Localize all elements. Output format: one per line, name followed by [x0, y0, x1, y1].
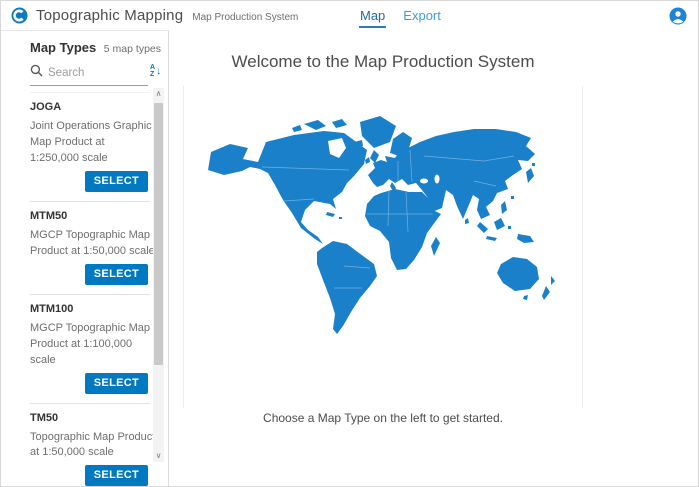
- sidebar-scrollbar[interactable]: ∧ ∨: [153, 88, 164, 462]
- search-row: A Z ↓: [30, 64, 148, 86]
- scrollbar-thumb[interactable]: [154, 103, 163, 365]
- list-item-tm50: TM50 Topographic Map Product at 1:50,000…: [30, 404, 150, 487]
- app-window: Topographic Mapping Map Production Syste…: [0, 0, 699, 487]
- sort-letter-z: Z: [150, 71, 155, 78]
- sort-letter-a: A: [150, 64, 155, 71]
- panel-header: Map Types 5 map types: [22, 31, 168, 55]
- main-content: Welcome to the Map Production System: [170, 30, 699, 487]
- map-type-name: JOGA: [30, 101, 150, 113]
- app-header: Topographic Mapping Map Production Syste…: [1, 1, 698, 30]
- map-type-count: 5 map types: [104, 43, 161, 55]
- user-account-icon[interactable]: [669, 7, 687, 25]
- panel-title: Map Types: [30, 40, 96, 55]
- map-type-name: TM50: [30, 412, 150, 424]
- tab-export[interactable]: Export: [402, 3, 442, 28]
- sort-arrow-down: ↓: [156, 66, 161, 77]
- map-type-description: Joint Operations Graphic Map Product at …: [30, 119, 156, 167]
- map-type-description: MGCP Topographic Map Product at 1:100,00…: [30, 321, 156, 369]
- map-type-description: MGCP Topographic Map Product at 1:50,000…: [30, 228, 156, 260]
- tab-map[interactable]: Map: [359, 3, 386, 28]
- map-type-list: JOGA Joint Operations Graphic Map Produc…: [30, 92, 150, 487]
- select-button-mtm100[interactable]: SELECT: [85, 373, 148, 394]
- map-type-name: MTM50: [30, 210, 150, 222]
- chevron-up-icon[interactable]: ∧: [153, 88, 164, 100]
- page-title: Welcome to the Map Production System: [183, 52, 583, 72]
- map-type-name: MTM100: [30, 303, 150, 315]
- select-button-mtm50[interactable]: SELECT: [85, 264, 148, 285]
- search-input[interactable]: [48, 67, 138, 79]
- select-button-joga[interactable]: SELECT: [85, 171, 148, 192]
- sort-az-icon[interactable]: A Z ↓: [150, 62, 166, 80]
- app-subtitle: Map Production System: [192, 12, 298, 23]
- list-item-mtm100: MTM100 MGCP Topographic Map Product at 1…: [30, 295, 150, 404]
- top-nav-tabs: Map Export: [359, 1, 442, 30]
- chevron-down-icon[interactable]: ∨: [153, 450, 164, 462]
- instruction-text: Choose a Map Type on the left to get sta…: [183, 411, 583, 425]
- list-item-joga: JOGA Joint Operations Graphic Map Produc…: [30, 92, 150, 202]
- app-title: Topographic Mapping: [36, 7, 183, 24]
- world-map: [184, 86, 584, 408]
- map-type-description: Topographic Map Product at 1:50,000 scal…: [30, 430, 156, 462]
- list-item-mtm50: MTM50 MGCP Topographic Map Product at 1:…: [30, 202, 150, 295]
- world-map-figure: [183, 86, 583, 408]
- globe-logo-icon: [11, 7, 28, 24]
- select-button-tm50[interactable]: SELECT: [85, 465, 148, 486]
- search-icon: [30, 64, 43, 82]
- map-types-panel: Map Types 5 map types A Z: [1, 30, 169, 487]
